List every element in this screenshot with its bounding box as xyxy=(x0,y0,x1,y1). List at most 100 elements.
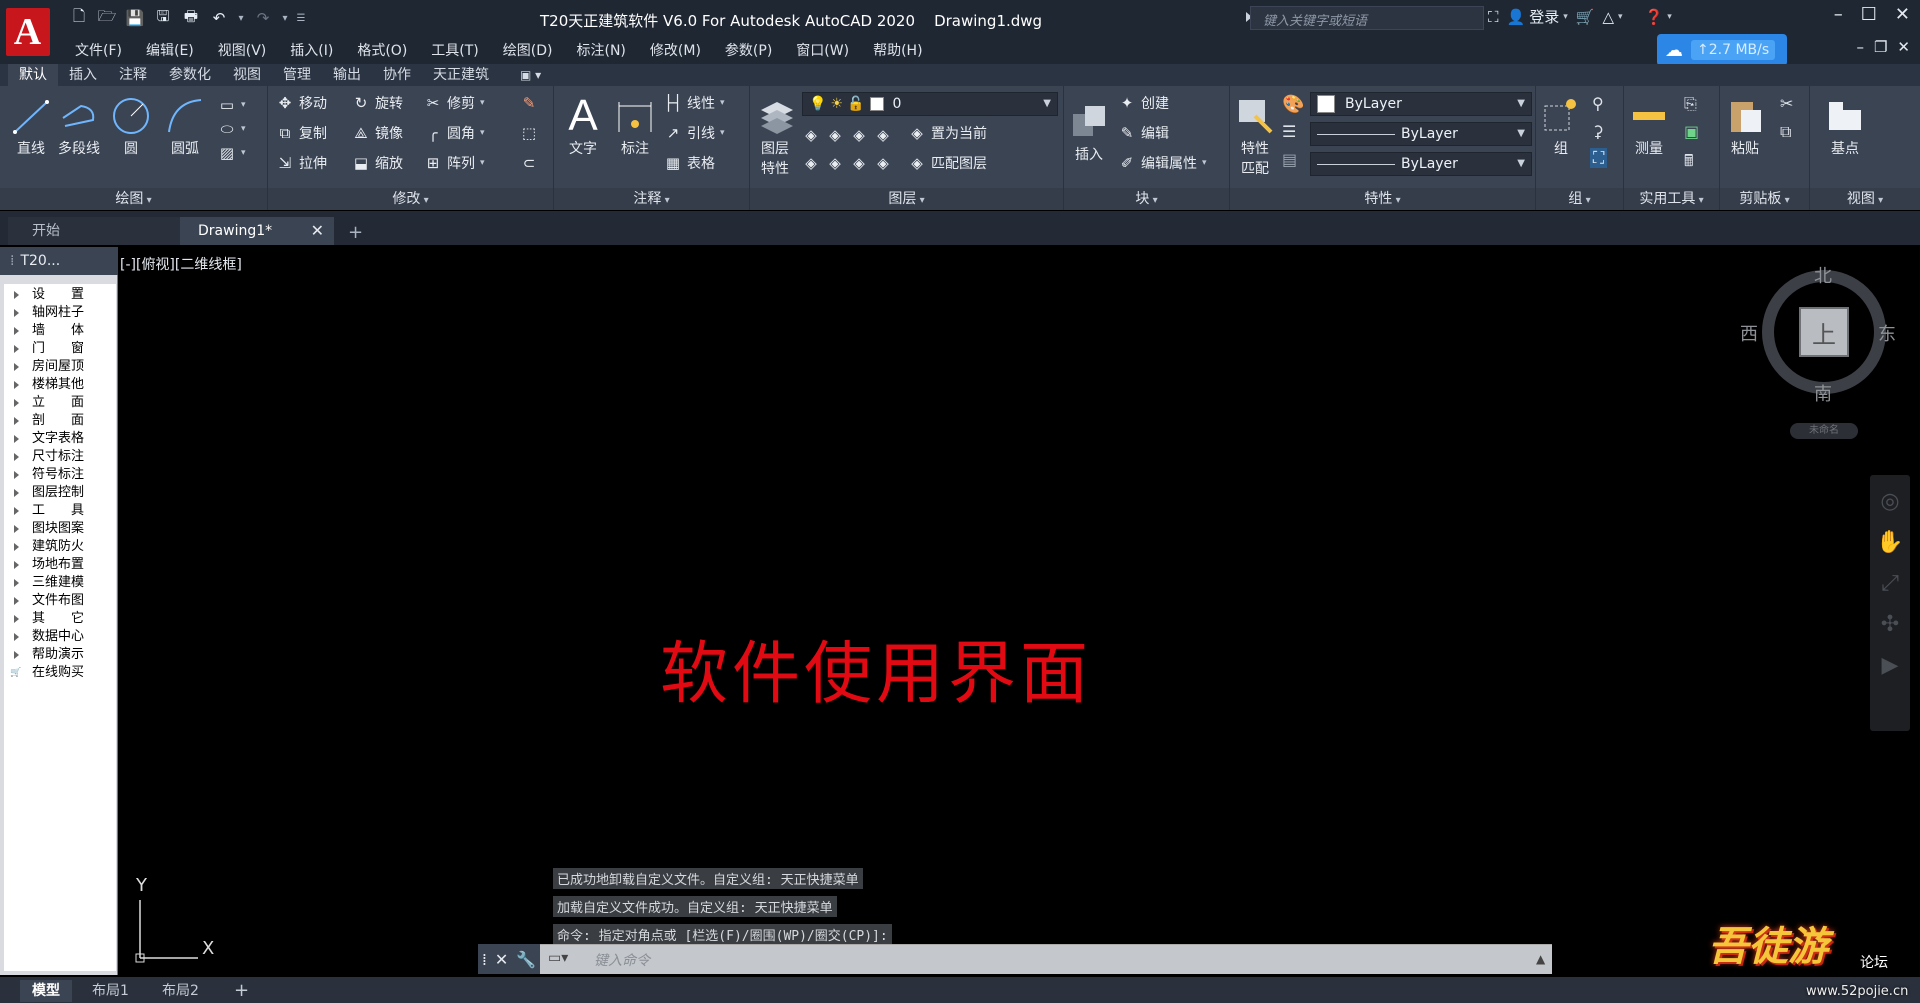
compass-north[interactable]: 北 xyxy=(1814,262,1832,288)
group-edit-icon[interactable]: ⚳ xyxy=(1592,122,1604,141)
palette-item-help-demo[interactable]: 帮助演示 xyxy=(4,646,116,664)
menu-draw[interactable]: 绘图(D) xyxy=(491,38,565,64)
sign-in-button[interactable]: 👤 登录 ▾ xyxy=(1507,6,1568,27)
new-file-icon[interactable]: 🗋 xyxy=(68,7,90,28)
erase-button[interactable]: ✎ xyxy=(520,92,538,114)
color-wheel-icon[interactable]: 🎨 xyxy=(1282,94,1304,115)
edit-attributes-button[interactable]: ✐ 编辑属性 ▾ xyxy=(1118,152,1207,174)
menu-view[interactable]: 视图(V) xyxy=(206,38,279,64)
palette-item-text-table[interactable]: 文字表格 xyxy=(4,430,116,448)
drawing-canvas[interactable] xyxy=(118,247,1920,977)
palette-item-site-layout[interactable]: 场地布置 xyxy=(4,556,116,574)
panel-annotation-title[interactable]: 注释 xyxy=(554,188,749,210)
undo-dropdown-icon[interactable]: ▾ xyxy=(236,8,246,28)
ribbon-options-icon[interactable]: ▣ ▾ xyxy=(520,68,541,82)
menu-insert[interactable]: 插入(I) xyxy=(278,38,345,64)
id-point-icon[interactable]: ⎘ xyxy=(1684,94,1697,114)
palette-item-block-pattern[interactable]: 图块图案 xyxy=(4,520,116,538)
base-view-button[interactable]: 基点 xyxy=(1824,94,1866,158)
arc-button[interactable]: 圆弧 xyxy=(164,94,206,158)
redo-dropdown-icon[interactable]: ▾ xyxy=(280,8,290,28)
new-tab-button[interactable]: + xyxy=(348,219,363,247)
command-line-handle[interactable]: ⁞ ✕ 🔧 xyxy=(478,944,540,974)
open-file-icon[interactable]: 🗁 xyxy=(96,7,118,28)
trim-button[interactable]: ✂ 修剪 ▾ xyxy=(424,92,485,114)
measure-button[interactable]: 测量 xyxy=(1628,94,1670,158)
showmotion-icon[interactable]: ▶ xyxy=(1882,653,1899,678)
palette-item-dimension[interactable]: 尺寸标注 xyxy=(4,448,116,466)
fillet-button[interactable]: ╭ 圆角 ▾ xyxy=(424,122,484,144)
maximize-icon[interactable]: ☐ xyxy=(1861,4,1877,25)
menu-window[interactable]: 窗口(W) xyxy=(784,38,861,64)
palette-title[interactable]: T20... xyxy=(0,247,118,275)
search-input[interactable]: 键入关键字或短语 xyxy=(1250,6,1484,30)
copy-button[interactable]: ⧉ 复制 xyxy=(276,122,327,144)
doc-restore-icon[interactable]: ❐ xyxy=(1874,38,1887,56)
undo-icon[interactable]: ↶ xyxy=(208,8,230,28)
tab-layout1[interactable]: 布局1 xyxy=(80,980,141,1002)
menu-dimension[interactable]: 标注(N) xyxy=(565,38,638,64)
menu-format[interactable]: 格式(O) xyxy=(345,38,419,64)
close-tab-icon[interactable]: ✕ xyxy=(311,217,324,245)
hatch-button[interactable]: ▨ ▾ xyxy=(218,142,246,164)
zoom-extents-icon[interactable]: ⤢ xyxy=(1881,571,1899,596)
group-select-icon[interactable]: ⛶ xyxy=(1590,148,1608,168)
save-icon[interactable]: 💾 xyxy=(124,8,146,28)
move-button[interactable]: ✥ 移动 xyxy=(276,92,327,114)
redo-icon[interactable]: ↷ xyxy=(252,8,274,28)
text-button[interactable]: A 文字 xyxy=(562,91,604,158)
compass-west[interactable]: 西 xyxy=(1740,320,1758,346)
add-layout-button[interactable]: + xyxy=(222,980,261,1002)
palette-item-other[interactable]: 其 它 xyxy=(4,610,116,628)
minimize-icon[interactable]: – xyxy=(1834,4,1843,25)
calculator-icon[interactable]: 🖩 xyxy=(1684,150,1694,177)
tab-start[interactable]: 开始 xyxy=(8,217,188,245)
offset-button[interactable]: ⊂ xyxy=(520,152,538,174)
create-block-button[interactable]: ✦ 创建 xyxy=(1118,92,1169,114)
panel-groups-title[interactable]: 组 xyxy=(1536,188,1623,210)
menu-file[interactable]: 文件(F) xyxy=(63,38,134,64)
stretch-button[interactable]: ⇲ 拉伸 xyxy=(276,152,327,174)
viewcube-top-face[interactable]: 上 xyxy=(1799,307,1849,357)
match-properties-button[interactable]: 特性 匹配 xyxy=(1234,94,1276,178)
panel-block-title[interactable]: 块 xyxy=(1064,188,1229,210)
customize-qat-icon[interactable]: ☰ xyxy=(296,8,306,28)
binoculars-icon[interactable]: ⛶ xyxy=(1488,8,1499,26)
panel-layers-title[interactable]: 图层 xyxy=(750,188,1063,210)
layer-thaw-icon[interactable]: ◈ xyxy=(850,154,868,172)
panel-utilities-title[interactable]: 实用工具 xyxy=(1624,188,1719,210)
layer-unisolate-icon[interactable]: ◈ xyxy=(826,154,844,172)
menu-help[interactable]: 帮助(H) xyxy=(861,38,934,64)
tab-layout2[interactable]: 布局2 xyxy=(150,980,211,1002)
palette-item-settings[interactable]: 设 置 xyxy=(4,286,116,304)
match-layer-button[interactable]: ◈ 匹配图层 xyxy=(908,152,987,174)
cart-icon[interactable]: 🛒 xyxy=(1576,8,1595,26)
layer-on-icon[interactable]: ◈ xyxy=(802,154,820,172)
steering-wheel-icon[interactable]: ◎ xyxy=(1880,489,1899,514)
viewport-controls-label[interactable]: [-][俯视][二维线框] xyxy=(120,254,242,274)
ungroup-icon[interactable]: ⚲ xyxy=(1592,94,1604,113)
linear-dim-button[interactable]: ├┤ 线性 ▾ xyxy=(664,92,725,114)
palette-item-stairs-other[interactable]: 楼梯其他 xyxy=(4,376,116,394)
mirror-button[interactable]: ⟁ 镜像 xyxy=(352,122,403,144)
application-menu-button[interactable]: A xyxy=(0,0,55,64)
tab-home[interactable]: 默认 xyxy=(8,64,58,86)
tab-output[interactable]: 输出 xyxy=(322,64,372,86)
palette-item-file-layout[interactable]: 文件布图 xyxy=(4,592,116,610)
tab-manage[interactable]: 管理 xyxy=(272,64,322,86)
menu-parametric[interactable]: 参数(P) xyxy=(713,38,784,64)
drag-handle-icon[interactable]: ⁞ xyxy=(482,950,487,969)
palette-item-room-roof[interactable]: 房间屋顶 xyxy=(4,358,116,376)
tab-parametric[interactable]: 参数化 xyxy=(158,64,222,86)
copy-clip-icon[interactable]: ⧉ xyxy=(1780,122,1791,142)
tab-annotate[interactable]: 注释 xyxy=(108,64,158,86)
ellipse-button[interactable]: ⬭ ▾ xyxy=(218,118,246,140)
close-command-line-icon[interactable]: ✕ xyxy=(495,950,508,969)
layer-freeze-icon[interactable]: ◈ xyxy=(850,126,868,144)
doc-close-icon[interactable]: ✕ xyxy=(1897,38,1910,56)
array-button[interactable]: ⊞ 阵列 ▾ xyxy=(424,152,485,174)
command-history-toggle-icon[interactable]: ▲ xyxy=(1536,952,1545,966)
transparency-icon[interactable]: ▤ xyxy=(1282,150,1297,169)
palette-item-wall[interactable]: 墙 体 xyxy=(4,322,116,340)
panel-modify-title[interactable]: 修改 xyxy=(268,188,553,210)
